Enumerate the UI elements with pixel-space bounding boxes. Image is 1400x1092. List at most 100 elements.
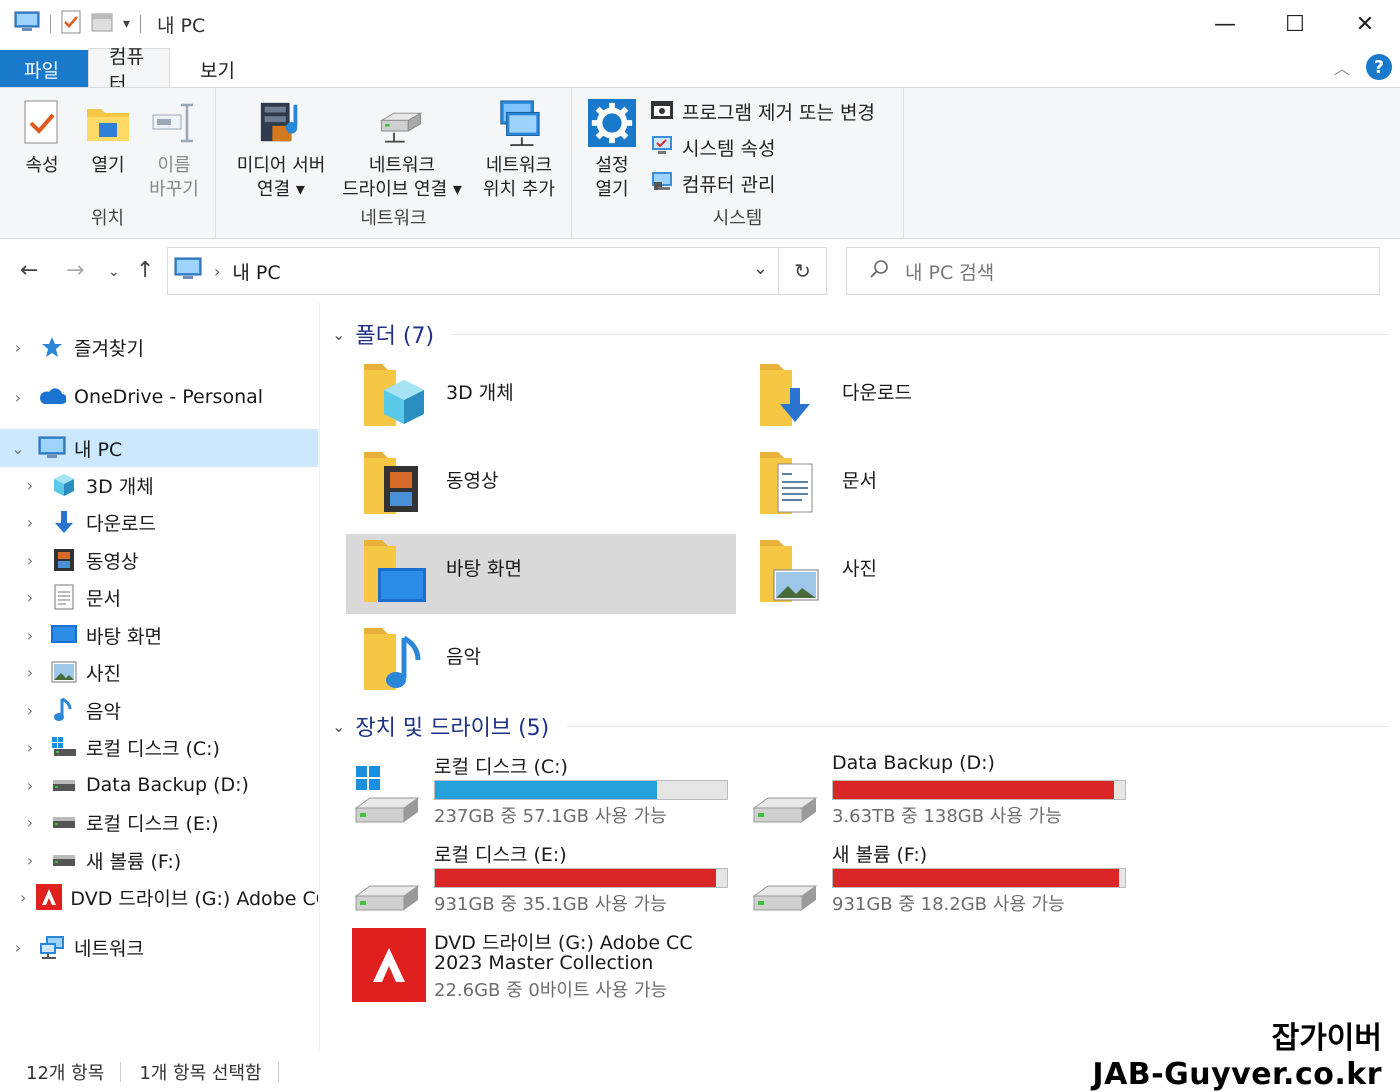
help-icon[interactable]: ?	[1366, 54, 1392, 80]
nav-label: 동영상	[86, 550, 139, 573]
address-bar[interactable]: › 내 PC ⌄ ↻	[167, 247, 827, 295]
nav-item-downloads[interactable]: › 다운로드	[0, 503, 318, 541]
expand-chevron-icon[interactable]: ›	[8, 388, 28, 407]
drive-tile-f[interactable]: 새 볼륨 (F:) 931GB 중 18.2GB 사용 가능	[750, 840, 1140, 924]
drive-free-space: 3.63TB 중 138GB 사용 가능	[832, 806, 1062, 827]
collapse-chevron-icon[interactable]: ⌄	[8, 439, 28, 458]
music-note-icon	[50, 697, 78, 723]
nav-item-documents[interactable]: › 문서	[0, 578, 318, 616]
nav-label: DVD 드라이브 (G:) Adobe CC	[70, 887, 318, 910]
expand-chevron-icon[interactable]: ›	[20, 851, 40, 870]
nav-item-drive-f[interactable]: › 새 볼륨 (F:)	[0, 841, 318, 879]
close-button[interactable]: ✕	[1330, 0, 1400, 48]
open-button[interactable]: 열기	[80, 96, 136, 178]
nav-item-onedrive[interactable]: › OneDrive - Personal	[0, 378, 318, 416]
folder-3d-icon	[360, 358, 440, 438]
expand-chevron-icon[interactable]: ›	[20, 663, 40, 682]
back-arrow-icon[interactable]: ←	[20, 258, 38, 283]
drive-name: 새 볼륨 (F:)	[832, 844, 928, 866]
drive-tile-dvd-g[interactable]: DVD 드라이브 (G:) Adobe CC 2023 Master Colle…	[352, 928, 742, 1008]
folder-tile-videos[interactable]: 동영상	[346, 446, 736, 526]
drive-tile-c[interactable]: 로컬 디스크 (C:) 237GB 중 57.1GB 사용 가능	[352, 752, 742, 836]
refresh-icon[interactable]: ↻	[778, 248, 826, 294]
folder-tile-documents[interactable]: 문서	[742, 446, 1132, 526]
cloud-icon	[38, 384, 66, 410]
add-network-location-button[interactable]: 네트워크 위치 추가	[474, 96, 564, 202]
navigation-pane: › 즐겨찾기 › OneDrive - Personal ⌄ 내 PC › 3D…	[0, 302, 320, 1052]
folder-name: 다운로드	[842, 382, 912, 404]
expand-chevron-icon[interactable]: ›	[8, 938, 28, 957]
nav-item-3d-objects[interactable]: › 3D 개체	[0, 466, 318, 504]
open-settings-button[interactable]: 설정 열기	[582, 96, 642, 202]
expand-chevron-icon[interactable]: ›	[20, 551, 40, 570]
system-properties-label: 시스템 속성	[682, 138, 776, 160]
maximize-button[interactable]: ☐	[1260, 0, 1330, 48]
nav-item-dvd-drive[interactable]: › DVD 드라이브 (G:) Adobe CC	[0, 878, 318, 916]
nav-item-drive-d[interactable]: › Data Backup (D:)	[0, 766, 318, 804]
collapse-chevron-icon[interactable]: ⌄	[332, 717, 345, 736]
drives-section-header[interactable]: ⌄ 장치 및 드라이브 (5)	[332, 710, 1388, 742]
tab-computer[interactable]: 컴퓨터	[88, 46, 170, 95]
properties-icon[interactable]	[61, 10, 81, 39]
folder-tile-3d-objects[interactable]: 3D 개체	[346, 358, 736, 438]
up-arrow-icon[interactable]: ↑	[136, 258, 154, 283]
open-label: 열기	[91, 155, 125, 176]
tab-file[interactable]: 파일	[0, 50, 88, 88]
drive-tile-d[interactable]: Data Backup (D:) 3.63TB 중 138GB 사용 가능	[750, 752, 1140, 836]
expand-chevron-icon[interactable]: ›	[20, 738, 40, 757]
breadcrumb-item-my-pc[interactable]: 내 PC	[232, 258, 280, 285]
minimize-button[interactable]: —	[1190, 0, 1260, 48]
expand-chevron-icon[interactable]: ›	[20, 513, 40, 532]
media-server-button[interactable]: 미디어 서버 연결 ▾	[224, 96, 338, 202]
nav-item-network[interactable]: › 네트워크	[0, 928, 318, 966]
expand-chevron-icon[interactable]: ›	[20, 476, 40, 495]
map-network-drive-label-line1: 네트워크	[368, 155, 436, 176]
nav-item-drive-c[interactable]: › 로컬 디스크 (C:)	[0, 728, 318, 766]
system-properties-button[interactable]: 시스템 속성	[650, 134, 775, 161]
folder-name: 사진	[842, 558, 877, 580]
recent-locations-chevron-icon[interactable]: ⌄	[108, 264, 120, 280]
drive-free-space: 237GB 중 57.1GB 사용 가능	[434, 806, 667, 827]
minimize-ribbon-chevron-icon[interactable]: ︿	[1334, 55, 1350, 79]
drive-name: 로컬 디스크 (C:)	[434, 756, 568, 778]
computer-management-button[interactable]: 컴퓨터 관리	[650, 170, 775, 197]
folder-tile-downloads[interactable]: 다운로드	[742, 358, 1132, 438]
breadcrumb-chevron-icon[interactable]: ›	[214, 262, 220, 281]
drive-tile-e[interactable]: 로컬 디스크 (E:) 931GB 중 35.1GB 사용 가능	[352, 840, 742, 924]
nav-item-drive-e[interactable]: › 로컬 디스크 (E:)	[0, 803, 318, 841]
nav-label: 즐겨찾기	[74, 337, 144, 360]
expand-chevron-icon[interactable]: ›	[20, 626, 40, 645]
network-group-label: 네트워크	[360, 208, 427, 229]
address-history-dropdown-icon[interactable]: ⌄	[753, 258, 768, 279]
forward-arrow-icon[interactable]: →	[66, 258, 84, 283]
uninstall-programs-button[interactable]: 프로그램 제거 또는 변경	[650, 98, 875, 125]
nav-item-music[interactable]: › 음악	[0, 691, 318, 729]
map-network-drive-button[interactable]: 네트워크 드라이브 연결 ▾	[334, 96, 470, 202]
desktop-icon	[50, 622, 78, 648]
pc-icon[interactable]	[14, 11, 40, 38]
rename-button[interactable]: 이름 바꾸기	[142, 96, 206, 202]
expand-chevron-icon[interactable]: ›	[8, 338, 28, 357]
expand-chevron-icon[interactable]: ›	[20, 888, 26, 907]
expand-chevron-icon[interactable]: ›	[20, 588, 40, 607]
folders-section-header[interactable]: ⌄ 폴더 (7)	[332, 318, 1388, 350]
expand-chevron-icon[interactable]: ›	[20, 813, 40, 832]
folder-tile-music[interactable]: 음악	[346, 622, 736, 702]
nav-item-pictures[interactable]: › 사진	[0, 653, 318, 691]
nav-item-my-pc[interactable]: ⌄ 내 PC	[0, 429, 318, 467]
properties-button[interactable]: 속성	[14, 96, 70, 178]
tab-view[interactable]: 보기	[170, 50, 255, 88]
drive-icon	[50, 772, 78, 798]
nav-label: 다운로드	[86, 512, 156, 535]
nav-item-desktop[interactable]: › 바탕 화면	[0, 616, 318, 654]
collapse-chevron-icon[interactable]: ⌄	[332, 325, 345, 344]
nav-item-quick-access[interactable]: › 즐겨찾기	[0, 328, 318, 366]
customize-toolbar-dropdown-icon[interactable]: ▾	[123, 16, 130, 32]
expand-chevron-icon[interactable]: ›	[20, 776, 40, 795]
expand-chevron-icon[interactable]: ›	[20, 701, 40, 720]
folder-tile-pictures[interactable]: 사진	[742, 534, 1132, 614]
new-folder-icon[interactable]	[91, 11, 113, 38]
nav-item-videos[interactable]: › 동영상	[0, 541, 318, 579]
folder-tile-desktop[interactable]: 바탕 화면	[346, 534, 736, 614]
search-box[interactable]: 내 PC 검색	[846, 247, 1380, 295]
